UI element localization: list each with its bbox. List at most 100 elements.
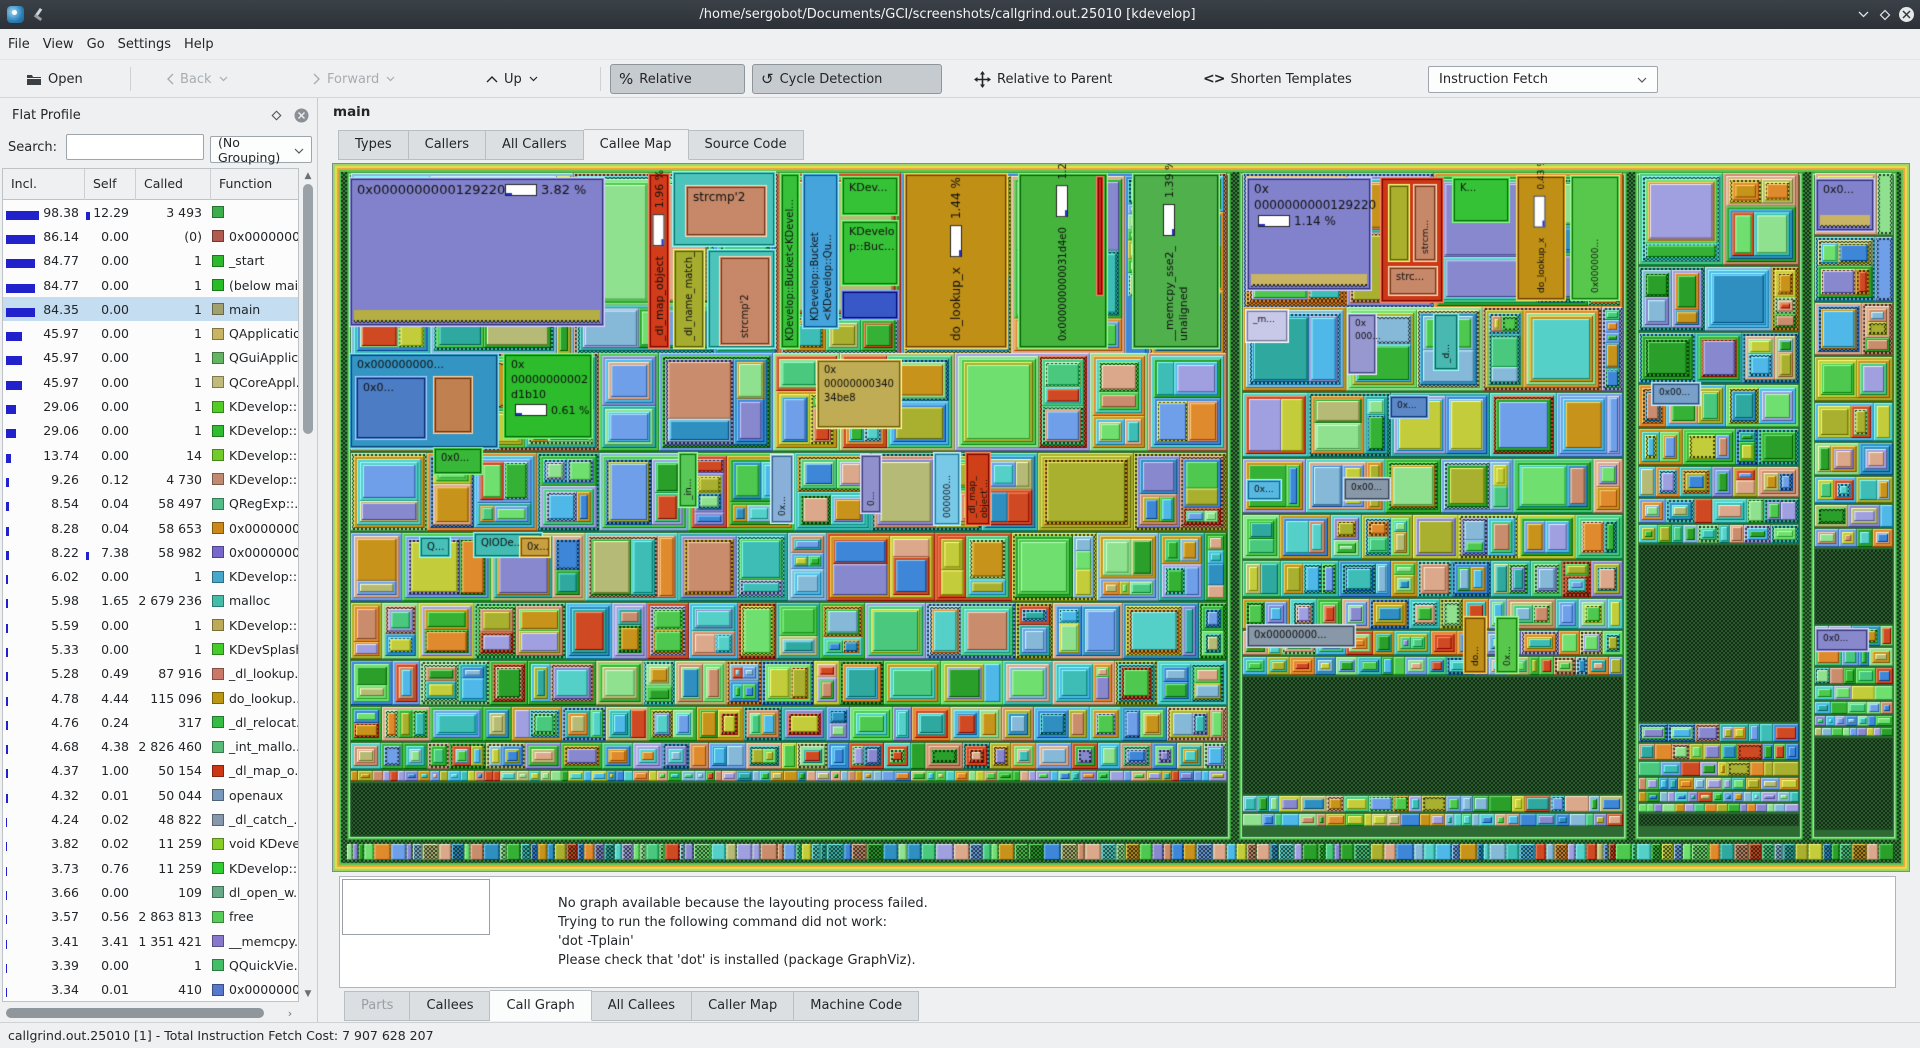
tab-all-callees[interactable]: All Callees	[592, 991, 692, 1021]
table-row[interactable]: 3.340.014100x0000000...	[3, 978, 298, 1002]
table-row[interactable]: 3.413.411 351 421__memcpy...	[3, 929, 298, 953]
self-cell: 0.04	[83, 521, 134, 536]
status-bar: callgrind.out.25010 [1] - Total Instruct…	[0, 1022, 1920, 1048]
vscroll-thumb[interactable]	[303, 184, 313, 434]
table-row[interactable]: 45.970.001QCoreAppl...	[3, 370, 298, 394]
forward-dropdown-icon[interactable]	[386, 76, 395, 82]
back-button[interactable]: Back	[158, 64, 236, 94]
up-dropdown-icon[interactable]	[529, 76, 538, 82]
event-type-combo[interactable]: Instruction Fetch	[1428, 66, 1658, 93]
scroll-down-icon[interactable]: ▼	[301, 987, 315, 1001]
table-row[interactable]: 5.280.4987 916_dl_lookup...	[3, 662, 298, 686]
tab-call-graph[interactable]: Call Graph	[490, 990, 591, 1021]
table-row[interactable]: 4.784.44115 096do_lookup...	[3, 686, 298, 710]
up-icon	[486, 75, 498, 83]
table-row[interactable]: 98.3812.293 493	[3, 200, 298, 224]
relative-toggle[interactable]: % Relative	[610, 64, 745, 94]
tab-all-callers[interactable]: All Callers	[486, 130, 584, 160]
table-row[interactable]: 9.260.124 730KDevelop::...	[3, 467, 298, 491]
column-header-self[interactable]: Self	[85, 169, 136, 200]
table-row[interactable]: 5.981.652 679 236malloc	[3, 589, 298, 613]
function-type-icon	[212, 425, 224, 437]
scroll-up-icon[interactable]: ▲	[301, 169, 315, 183]
table-row[interactable]: 84.770.001(below mai...	[3, 273, 298, 297]
function-cell: KDevelop::...	[207, 448, 298, 463]
table-vertical-scrollbar[interactable]: ▲ ▼	[301, 168, 315, 1002]
back-icon	[166, 73, 174, 85]
table-row[interactable]: 3.660.00109dl_open_w...	[3, 880, 298, 904]
minimize-button[interactable]	[1852, 5, 1874, 25]
table-row[interactable]: 3.570.562 863 813free	[3, 905, 298, 929]
function-type-icon	[212, 984, 224, 996]
incl-cell: 45.97	[3, 326, 83, 341]
scroll-right-icon[interactable]: ›	[283, 1006, 297, 1020]
self-cell: 3.41	[83, 934, 134, 949]
table-horizontal-scrollbar[interactable]: ›	[2, 1006, 299, 1020]
table-row[interactable]: 8.227.3858 9820x0000000...	[3, 540, 298, 564]
relative-to-parent-toggle[interactable]: Relative to Parent	[966, 64, 1120, 94]
table-row[interactable]: 8.280.0458 6530x0000000...	[3, 516, 298, 540]
float-dock-icon[interactable]	[267, 106, 285, 124]
tab-callees[interactable]: Callees	[410, 991, 490, 1021]
column-header-called[interactable]: Called	[136, 169, 211, 200]
table-row[interactable]: 8.540.0458 497QRegExp::...	[3, 492, 298, 516]
menu-help[interactable]: Help	[184, 34, 225, 55]
called-cell: 14	[134, 448, 207, 463]
table-row[interactable]: 45.970.001QApplicatio...	[3, 321, 298, 345]
column-header-incl[interactable]: Incl.	[3, 169, 85, 200]
table-row[interactable]: 29.060.001KDevelop::...	[3, 394, 298, 418]
table-row[interactable]: 84.350.001main	[3, 297, 298, 321]
incl-cell: 8.28	[3, 521, 83, 536]
tab-machine-code[interactable]: Machine Code	[794, 991, 919, 1021]
percent-icon: %	[619, 70, 633, 88]
hscroll-thumb[interactable]	[6, 1008, 264, 1018]
cycle-detection-toggle[interactable]: ↺ Cycle Detection	[752, 64, 942, 94]
table-row[interactable]: 3.730.7611 259KDevelop::...	[3, 856, 298, 880]
called-cell: 50 154	[134, 763, 207, 778]
table-row[interactable]: 6.020.001KDevelop::...	[3, 564, 298, 588]
table-row[interactable]: 13.740.0014KDevelop::...	[3, 443, 298, 467]
table-row[interactable]: 4.371.0050 154_dl_map_o...	[3, 759, 298, 783]
forward-button[interactable]: Forward	[305, 64, 403, 94]
grouping-combo[interactable]: (No Grouping)	[210, 136, 312, 163]
called-cell: (0)	[134, 229, 207, 244]
shorten-templates-toggle[interactable]: <> Shorten Templates	[1195, 64, 1360, 94]
incl-cell: 4.37	[3, 763, 83, 778]
table-row[interactable]: 4.760.24317_dl_relocat...	[3, 710, 298, 734]
title-bar: /home/sergobot/Documents/GCI/screenshots…	[0, 0, 1920, 29]
close-button[interactable]	[1899, 7, 1914, 22]
menu-file[interactable]: File	[8, 34, 41, 55]
table-row[interactable]: 5.590.001KDevelop::...	[3, 613, 298, 637]
open-button[interactable]: Open	[18, 64, 91, 94]
window-title: /home/sergobot/Documents/GCI/screenshots…	[43, 7, 1852, 22]
menu-go[interactable]: Go	[87, 34, 116, 55]
menu-view[interactable]: View	[43, 34, 85, 55]
function-type-icon	[212, 328, 224, 340]
table-row[interactable]: 3.820.0211 259void KDeve...	[3, 832, 298, 856]
tab-source-code[interactable]: Source Code	[689, 130, 804, 160]
called-cell: 58 653	[134, 521, 207, 536]
tab-caller-map[interactable]: Caller Map	[692, 991, 794, 1021]
table-row[interactable]: 86.140.00(0)0x0000000...	[3, 224, 298, 248]
table-row[interactable]: 4.240.0248 822_dl_catch_...	[3, 807, 298, 831]
table-row[interactable]: 5.330.001KDevSplash...	[3, 637, 298, 661]
up-button[interactable]: Up	[478, 64, 546, 94]
column-header-function[interactable]: Function	[211, 169, 298, 200]
close-dock-icon[interactable]	[292, 106, 310, 124]
maximize-button[interactable]	[1874, 5, 1896, 25]
tab-parts[interactable]: Parts	[344, 991, 410, 1021]
tab-types[interactable]: Types	[338, 130, 409, 160]
back-dropdown-icon[interactable]	[219, 76, 228, 82]
table-row[interactable]: 84.770.001_start	[3, 249, 298, 273]
table-row[interactable]: 29.060.001KDevelop::...	[3, 419, 298, 443]
table-row[interactable]: 3.390.001QQuickVie...	[3, 953, 298, 977]
table-row[interactable]: 45.970.001QGuiApplic...	[3, 346, 298, 370]
menu-settings[interactable]: Settings	[118, 34, 182, 55]
search-input[interactable]	[66, 134, 204, 160]
callee-treemap[interactable]	[332, 163, 1910, 872]
table-row[interactable]: 4.320.0150 044openaux	[3, 783, 298, 807]
table-row[interactable]: 4.684.382 826 460_int_mallo...	[3, 735, 298, 759]
function-cell: _dl_catch_...	[207, 812, 298, 827]
tab-callee-map[interactable]: Callee Map	[584, 129, 689, 160]
tab-callers[interactable]: Callers	[409, 130, 486, 160]
